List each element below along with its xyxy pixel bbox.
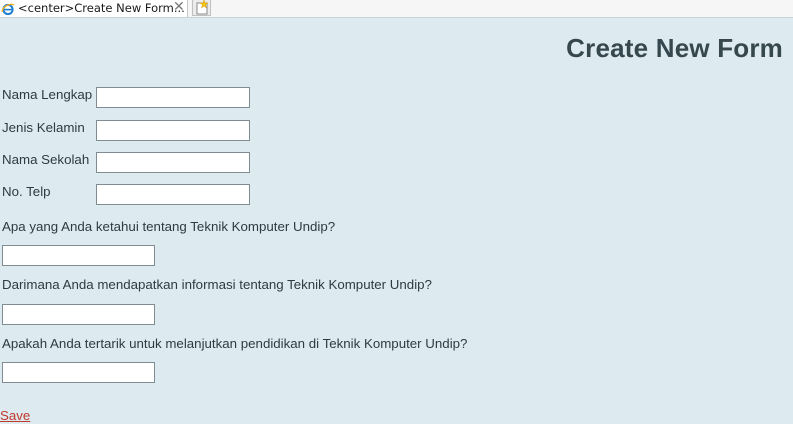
no-telp-label: No. Telp xyxy=(2,184,51,199)
page-title: Create New Form xyxy=(566,33,783,63)
nama-lengkap-input[interactable] xyxy=(96,87,250,108)
save-link[interactable]: Save xyxy=(0,408,30,423)
nama-sekolah-label: Nama Sekolah xyxy=(2,152,90,167)
question-1-label: Apa yang Anda ketahui tentang Teknik Kom… xyxy=(2,219,336,234)
browser-tab-bar: <center>Create New Form... ✕ xyxy=(0,0,793,18)
new-tab-button[interactable] xyxy=(192,0,211,16)
ie-browser-icon xyxy=(1,1,15,16)
jenis-kelamin-label: Jenis Kelamin xyxy=(2,120,85,135)
nama-sekolah-input[interactable] xyxy=(96,152,250,173)
new-tab-icon xyxy=(196,0,209,15)
question-3-label: Apakah Anda tertarik untuk melanjutkan p… xyxy=(2,336,468,351)
question-1-input[interactable] xyxy=(2,245,155,266)
no-telp-input[interactable] xyxy=(96,184,250,205)
tab-title: <center>Create New Form... xyxy=(18,1,185,15)
question-3-input[interactable] xyxy=(2,362,155,383)
close-icon[interactable]: ✕ xyxy=(173,0,185,15)
jenis-kelamin-input[interactable] xyxy=(96,120,250,141)
browser-tab[interactable]: <center>Create New Form... ✕ xyxy=(0,0,188,17)
question-2-input[interactable] xyxy=(2,304,155,325)
nama-lengkap-label: Nama Lengkap xyxy=(2,87,93,102)
question-2-label: Darimana Anda mendapatkan informasi tent… xyxy=(2,277,432,292)
